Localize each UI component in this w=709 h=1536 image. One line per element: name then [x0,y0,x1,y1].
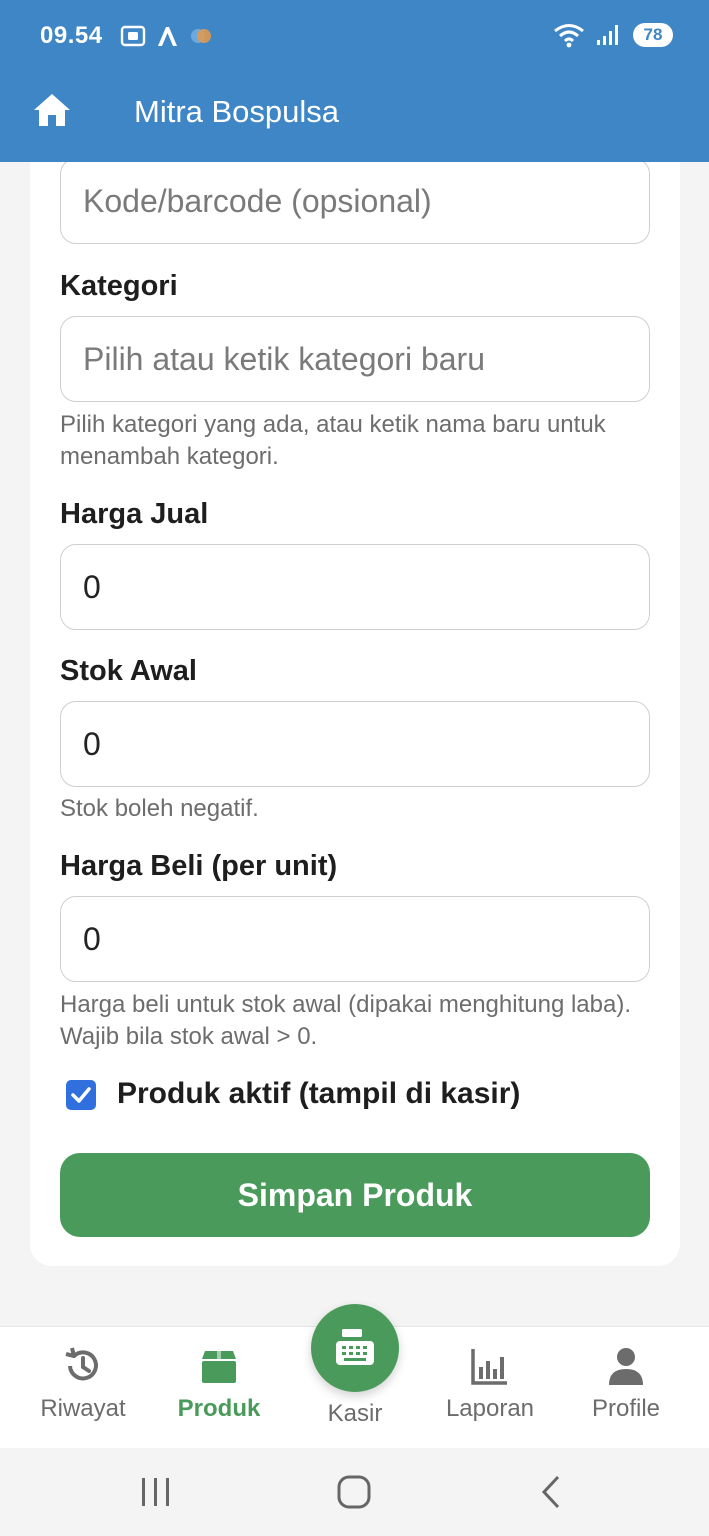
checkmark-icon [71,1087,91,1103]
signal-icon [597,25,618,45]
nav-label-profile: Profile [591,1395,661,1422]
barcode-placeholder: Kode/barcode (opsional) [83,182,432,219]
sell-price-value: 0 [83,568,101,605]
system-icons: 78 [553,22,673,48]
app-dot-icon [191,29,211,43]
nav-label-kasir[interactable]: Kasir [285,1400,425,1428]
buy-price-input[interactable]: 0 [60,896,650,982]
sell-price-label: Harga Jual [60,498,209,530]
category-help-text: Pilih kategori yang ada, atau ketik nama… [60,411,606,470]
barcode-input[interactable]: Kode/barcode (opsional) [60,158,650,244]
initial-stock-input[interactable]: 0 [60,701,650,787]
buy-price-label: Harga Beli (per unit) [60,850,338,882]
notification-icons [120,24,212,48]
system-nav-bar [0,1448,709,1536]
app-title: Mitra Bospulsa [134,94,340,129]
box-icon [202,1351,236,1383]
bar-chart-icon [471,1349,507,1385]
category-input[interactable]: Pilih atau ketik kategori baru [60,316,650,402]
home-icon[interactable] [32,92,72,128]
screenshot-icon [120,25,146,47]
nav-label-riwayat: Riwayat [40,1395,126,1422]
initial-stock-label: Stok Awal [60,655,197,687]
person-icon [609,1348,643,1385]
stock-help-text: Stok boleh negatif. [60,795,259,822]
save-product-button[interactable]: Simpan Produk [60,1153,650,1237]
nav-label-produk: Produk [177,1395,261,1422]
back-icon[interactable] [532,1474,572,1510]
history-icon [65,1347,98,1381]
nav-item-riwayat[interactable]: Riwayat [13,1327,153,1449]
nav-item-laporan[interactable]: Laporan [420,1327,560,1449]
wifi-icon [554,24,584,48]
active-checkbox-label[interactable]: Produk aktif (tampil di kasir) [117,1077,520,1111]
buy-price-help-text: Harga beli untuk stok awal (dipakai meng… [60,991,631,1050]
initial-stock-value: 0 [83,725,101,762]
app-a-icon [158,27,177,46]
category-label: Kategori [60,270,178,302]
status-time: 09.54 [40,22,103,49]
nav-item-profile[interactable]: Profile [556,1327,696,1449]
recent-apps-icon[interactable] [136,1474,176,1510]
nav-item-produk[interactable]: Produk [149,1327,289,1449]
active-checkbox[interactable] [66,1080,96,1110]
status-bar: 09.54 78 [0,0,709,74]
buy-price-value: 0 [83,920,101,957]
sell-price-input[interactable]: 0 [60,544,650,630]
home-nav-icon[interactable] [334,1474,374,1510]
battery-badge: 78 [633,23,673,47]
cash-register-icon [336,1329,374,1365]
top-bar: 09.54 78 Mitra Bospulsa [0,0,709,162]
nav-label-laporan: Laporan [445,1395,535,1422]
category-placeholder: Pilih atau ketik kategori baru [83,340,485,377]
kasir-button[interactable] [311,1304,399,1392]
